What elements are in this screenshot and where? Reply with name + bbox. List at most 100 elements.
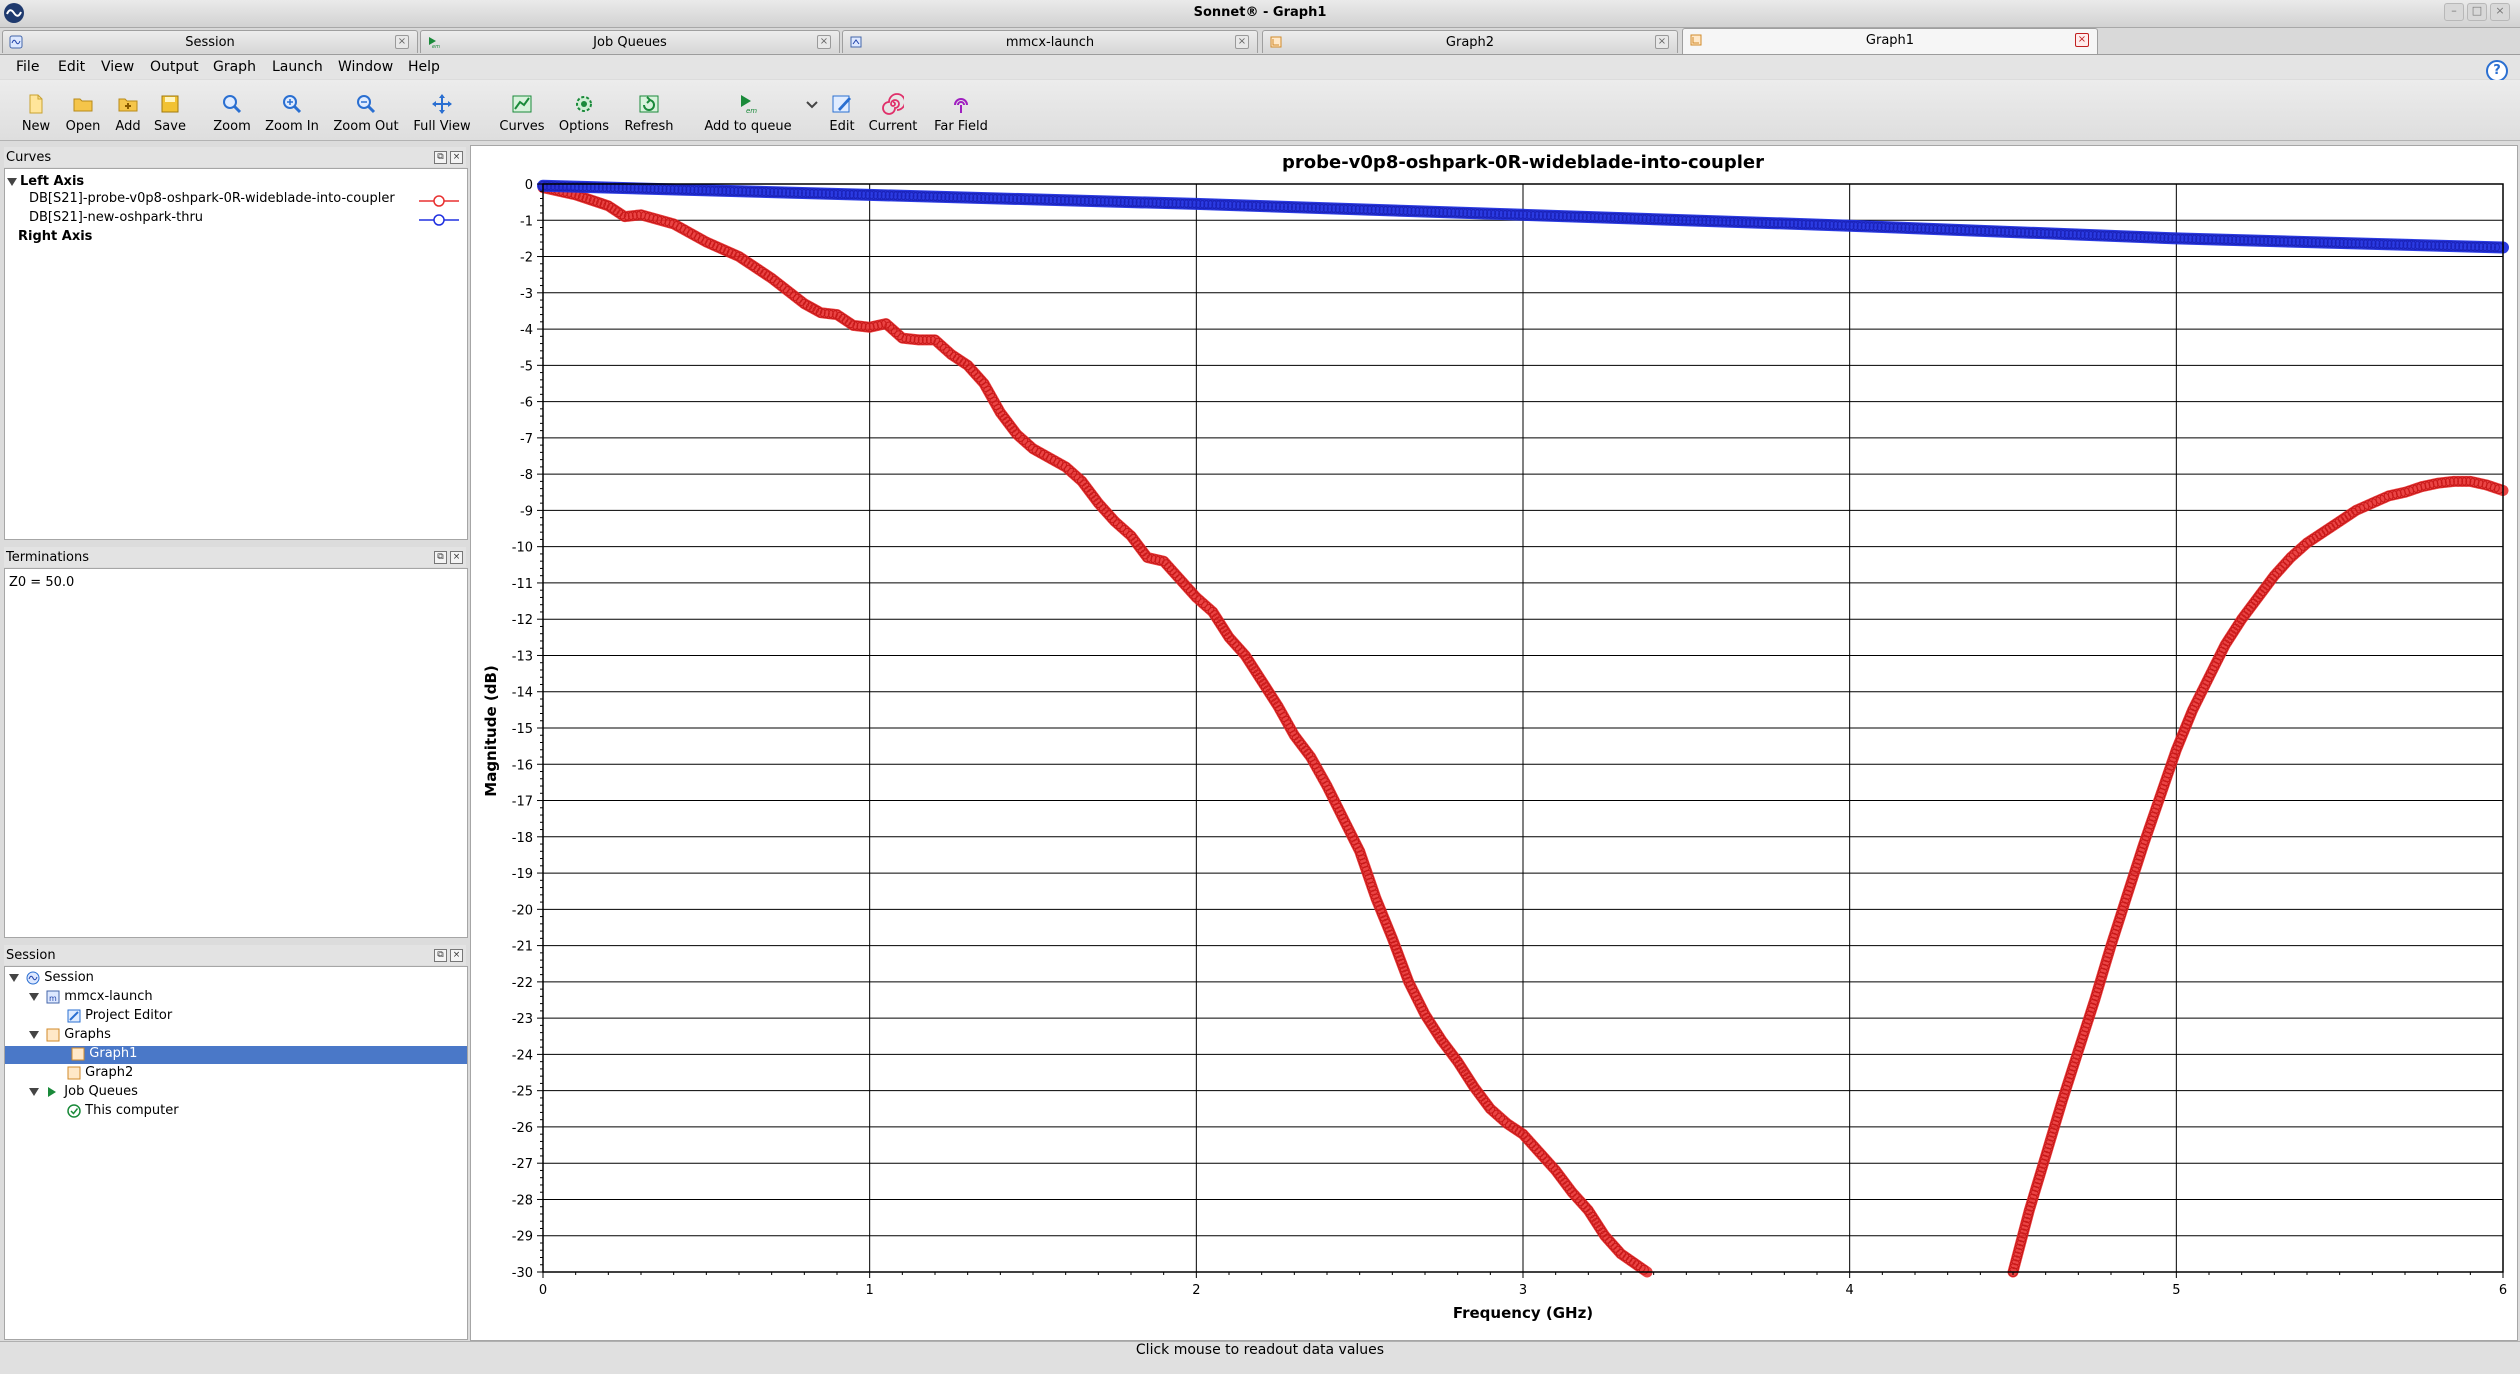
y-tick-label: -22 (512, 976, 533, 991)
graph-icon (67, 1066, 81, 1079)
curves-button[interactable]: Curves (496, 93, 548, 134)
float-panel-button[interactable]: ⧉ (434, 949, 447, 962)
zoom-in-button[interactable]: Zoom In (260, 93, 324, 134)
close-icon[interactable]: × (817, 35, 831, 49)
sonnet-session-icon (26, 971, 40, 984)
float-panel-button[interactable]: ⧉ (434, 551, 447, 564)
close-icon[interactable]: × (2075, 33, 2089, 47)
tab-mmcx-launch[interactable]: mmcx-launch × (842, 30, 1258, 53)
add-to-queue-button[interactable]: em Add to queue (700, 93, 796, 134)
menu-file[interactable]: File (16, 59, 39, 75)
tree-item-graph2[interactable]: Graph2 (67, 1065, 133, 1083)
menu-output[interactable]: Output (150, 59, 199, 75)
curves-panel: Left Axis DB[S21]-probe-v0p8-oshpark-0R-… (4, 168, 468, 540)
expand-triangle-icon[interactable] (29, 1030, 39, 1039)
add-to-queue-dropdown[interactable] (800, 93, 824, 115)
left-axis-node[interactable]: Left Axis (7, 174, 84, 192)
graph-frame: 0 -1 -2 -3 -4 -5 -6 -7 -8 -9 -10 -11 -12 -13 -14 -15 -16… (470, 145, 2518, 1341)
tree-item-job-queues[interactable]: Job Queues (29, 1084, 138, 1102)
y-tick-label: -2 (520, 251, 533, 266)
zoom-out-button[interactable]: Zoom Out (330, 93, 402, 134)
curve-item-blue[interactable]: DB[S21]-new-oshpark-thru (29, 210, 203, 225)
tree-item-graphs[interactable]: Graphs (29, 1027, 111, 1045)
menu-graph[interactable]: Graph (213, 59, 256, 75)
graph-icon (71, 1047, 85, 1060)
svg-text:m: m (49, 994, 57, 1003)
tab-job-queues[interactable]: em Job Queues × (420, 30, 840, 53)
x-tick-label: 1 (866, 1283, 874, 1298)
help-icon[interactable]: ? (2486, 60, 2508, 82)
zoom-out-icon (357, 95, 376, 114)
close-window-button[interactable]: × (2490, 3, 2510, 21)
expand-triangle-icon[interactable] (9, 973, 19, 982)
new-button[interactable]: New (14, 93, 58, 134)
far-field-button[interactable]: Far Field (928, 93, 994, 134)
chart-series-layer (537, 179, 2509, 1278)
menubar: File Edit View Output Graph Launch Windo… (0, 55, 2520, 79)
expand-triangle-icon[interactable] (29, 1087, 39, 1096)
maximize-button[interactable]: □ (2467, 3, 2487, 21)
far-field-icon (954, 98, 968, 113)
tree-item-session[interactable]: Session (9, 970, 94, 988)
tree-item-project-editor[interactable]: Project Editor (67, 1008, 172, 1026)
close-panel-button[interactable]: × (450, 551, 463, 564)
full-view-button[interactable]: Full View (408, 93, 476, 134)
current-button[interactable]: Current (864, 93, 922, 134)
terminations-panel: Z0 = 50.0 (4, 568, 468, 938)
tab-graph2[interactable]: Graph2 × (1262, 30, 1678, 53)
close-panel-button[interactable]: × (450, 151, 463, 164)
close-icon[interactable]: × (1655, 35, 1669, 49)
tab-graph1[interactable]: Graph1 × (1682, 28, 2098, 54)
close-icon[interactable]: × (395, 35, 409, 49)
close-icon[interactable]: × (1235, 35, 1249, 49)
add-button[interactable]: Add (108, 93, 148, 134)
y-tick-label: 0 (525, 178, 533, 193)
expand-triangle-icon[interactable] (7, 177, 17, 186)
refresh-button[interactable]: Refresh (620, 93, 678, 134)
minimize-button[interactable]: – (2444, 3, 2464, 21)
s21-magnitude-chart[interactable]: 0 -1 -2 -3 -4 -5 -6 -7 -8 -9 -10 -11 -12 -13 -14 -15 -16… (471, 146, 2517, 1340)
edit-button[interactable]: Edit (822, 93, 862, 134)
chevron-down-icon (806, 101, 818, 109)
x-tick-label: 5 (2172, 1283, 2180, 1298)
panel-title: Terminations (6, 550, 90, 565)
project-editor-icon (67, 1009, 81, 1022)
expand-triangle-icon[interactable] (29, 992, 39, 1001)
menu-launch[interactable]: Launch (272, 59, 323, 75)
y-tick-label: -16 (512, 758, 533, 773)
document-tabbar: Session × em Job Queues × mmcx-launch × … (0, 28, 2520, 55)
new-file-icon (29, 94, 43, 114)
y-tick-label: -25 (512, 1085, 533, 1100)
open-folder-icon (73, 98, 93, 112)
close-panel-button[interactable]: × (450, 949, 463, 962)
tree-item-graph1[interactable]: Graph1 (5, 1046, 467, 1064)
tree-item-this-computer[interactable]: This computer (67, 1103, 179, 1121)
float-panel-button[interactable]: ⧉ (434, 151, 447, 164)
y-tick-label: -3 (520, 287, 533, 302)
panel-title: Curves (6, 150, 52, 165)
curve-item-red[interactable]: DB[S21]-probe-v0p8-oshpark-0R-wideblade-… (29, 191, 395, 206)
window-title: Sonnet® - Graph1 (1193, 5, 1327, 20)
menu-view[interactable]: View (101, 59, 134, 75)
run-em-icon: em (741, 95, 757, 115)
save-icon (161, 95, 179, 113)
y-tick-label: -18 (512, 831, 533, 846)
tree-item-mmcx-launch[interactable]: m mmcx-launch (29, 989, 153, 1007)
project-icon: m (46, 990, 60, 1003)
y-tick-label: -17 (512, 795, 533, 810)
zoom-button[interactable]: Zoom (208, 93, 256, 134)
menu-window[interactable]: Window (338, 59, 393, 75)
open-button[interactable]: Open (60, 93, 106, 134)
y-tick-label: -20 (512, 903, 533, 918)
save-button[interactable]: Save (148, 93, 192, 134)
menu-help[interactable]: Help (408, 59, 440, 75)
check-circle-icon (67, 1103, 81, 1118)
add-folder-icon (118, 98, 138, 112)
menu-edit[interactable]: Edit (58, 59, 85, 75)
tab-session[interactable]: Session × (2, 30, 418, 53)
y-axis-label: Magnitude (dB) (482, 665, 500, 796)
series-line-probe (537, 182, 1653, 1278)
right-axis-node[interactable]: Right Axis (18, 229, 92, 247)
refresh-icon (639, 95, 659, 113)
options-button[interactable]: Options (556, 93, 612, 134)
